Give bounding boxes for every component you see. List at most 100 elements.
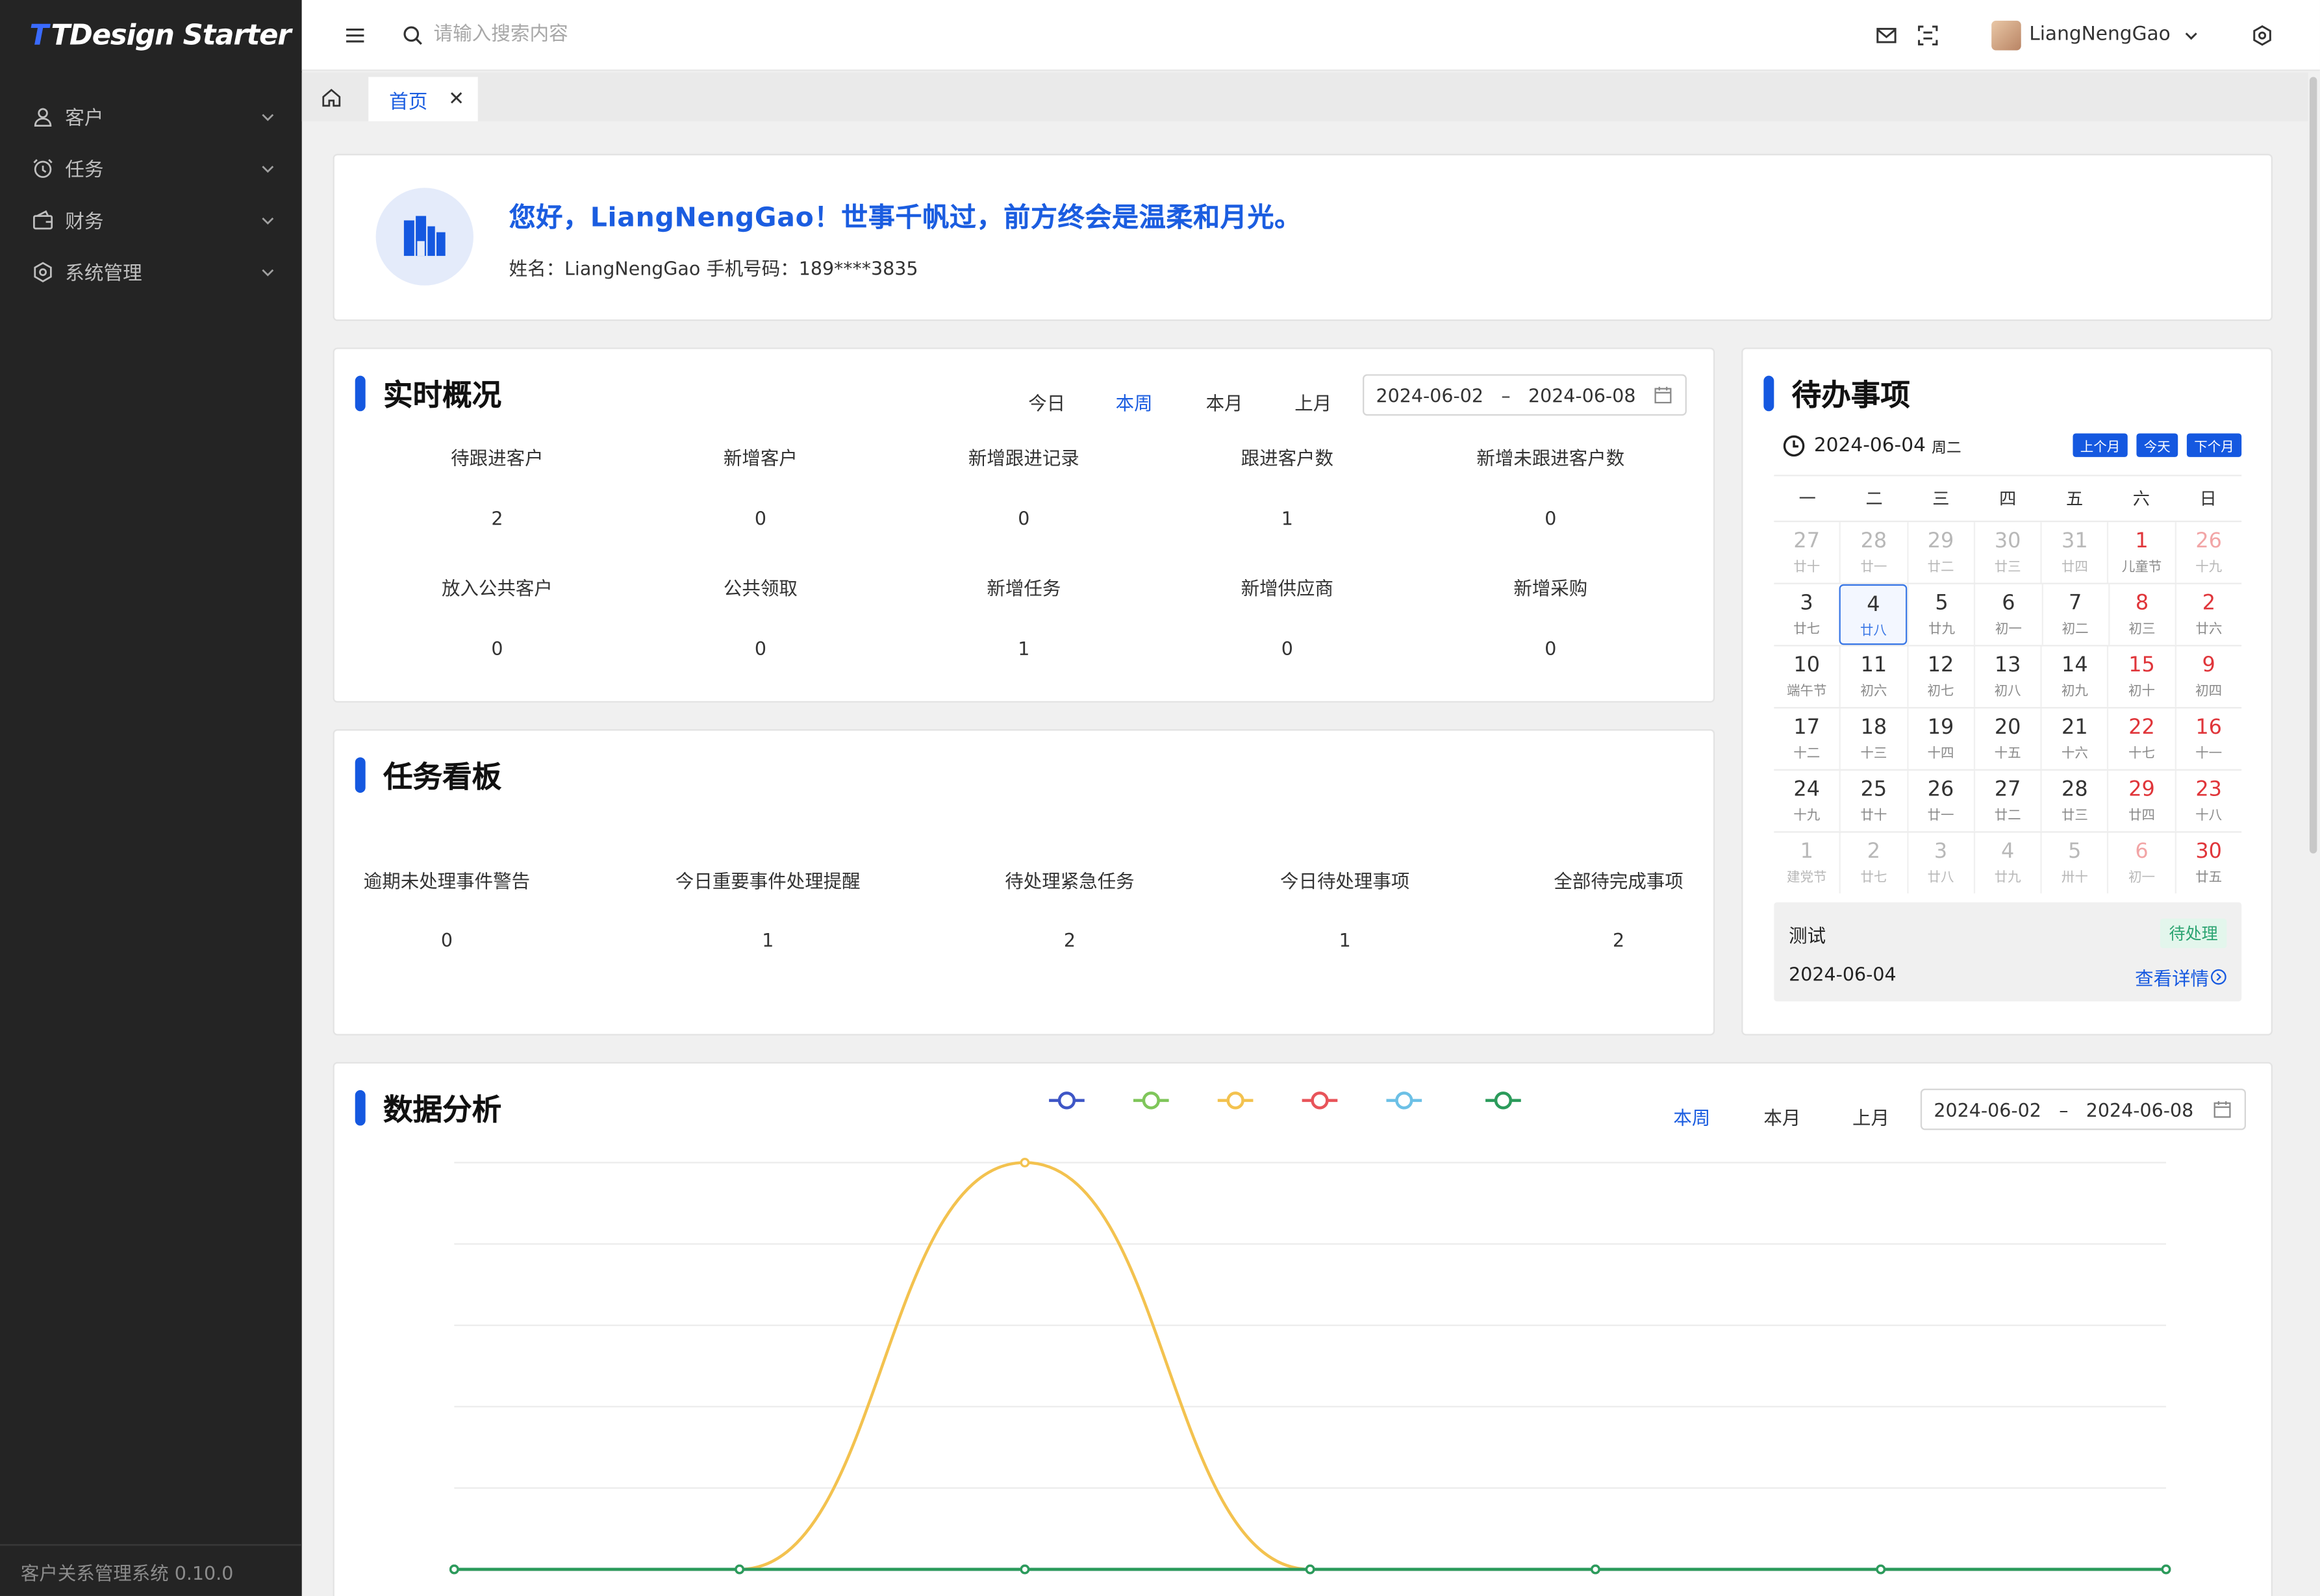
data-point[interactable] [1591, 1564, 1600, 1575]
gear-icon [34, 261, 52, 282]
prev-month-button[interactable]: 上个月 [2073, 433, 2128, 457]
sidebar-item-tasks[interactable]: 任务 [0, 142, 302, 194]
calendar-day[interactable]: 28 廿三 [2040, 770, 2108, 832]
search-icon [403, 25, 422, 44]
calendar-row: 10 端午节 11 初六 12 初七 13 初八 14 初九 15 初十 9 初四 [1774, 645, 2242, 707]
data-point[interactable] [1020, 1564, 1030, 1575]
lunar-date: 廿一 [1860, 560, 1887, 576]
tab-homepage[interactable]: 首页 ✕ [368, 77, 478, 121]
calendar-day[interactable]: 6 初一 [1974, 584, 2041, 645]
day-number: 1 [2135, 529, 2149, 553]
calendar-day[interactable]: 10 端午节 [1774, 646, 1839, 706]
date-range-picker[interactable]: 2024-06-02 – 2024-06-08 [1363, 374, 1687, 416]
today-button[interactable]: 今天 [2136, 433, 2178, 457]
calendar-day[interactable]: 17 十二 [1774, 708, 1839, 769]
calendar-day[interactable]: 21 十六 [2040, 708, 2108, 769]
calendar-day[interactable]: 15 初十 [2107, 646, 2175, 707]
calendar-day[interactable]: 19 十四 [1906, 708, 1973, 769]
data-point[interactable] [2161, 1564, 2171, 1575]
calendar-day[interactable]: 11 初六 [1839, 646, 1906, 707]
settings-icon[interactable] [2252, 24, 2273, 45]
calendar-day[interactable]: 6 初一 [2107, 832, 2175, 893]
calendar-day[interactable]: 23 十八 [2174, 770, 2241, 832]
welcome-user-info: 姓名：LiangNengGao 手机号码：189****3835 [509, 257, 918, 280]
calendar-day[interactable]: 7 初二 [2041, 584, 2108, 645]
lunar-date: 十二 [1793, 747, 1821, 762]
period-this-week[interactable]: 本周 [1116, 388, 1153, 416]
period-this-month[interactable]: 本月 [1206, 388, 1243, 416]
calendar-day[interactable]: 5 卅十 [2040, 832, 2108, 893]
calendar-day[interactable]: 3 廿七 [1774, 584, 1839, 645]
legend-item[interactable] [1386, 1091, 1422, 1110]
calendar-day[interactable]: 13 初八 [1973, 646, 2040, 707]
sidebar-item-finance[interactable]: 财务 [0, 193, 302, 245]
calendar-day[interactable]: 30 廿五 [2174, 832, 2241, 893]
page-scrollbar[interactable] [2309, 77, 2317, 854]
calendar-day[interactable]: 12 初七 [1906, 646, 1973, 707]
legend-item[interactable] [1302, 1091, 1338, 1110]
calendar-day[interactable]: 26 十九 [2174, 522, 2241, 583]
view-details-link[interactable]: 查看详情 [2135, 963, 2226, 991]
calendar-day[interactable]: 27 廿二 [1973, 770, 2040, 832]
data-point[interactable] [1876, 1564, 1886, 1575]
legend-item[interactable] [1133, 1091, 1169, 1110]
lunar-date: 廿三 [2061, 809, 2088, 824]
legend-item[interactable] [1485, 1091, 1521, 1110]
menu-icon[interactable] [345, 25, 366, 45]
period-today[interactable]: 今日 [1028, 388, 1065, 416]
calendar-day[interactable]: 8 初三 [2108, 584, 2175, 645]
chevron-down-icon [262, 216, 274, 224]
calendar-day[interactable]: 30 廿三 [1973, 522, 2040, 583]
data-point[interactable] [1305, 1564, 1315, 1575]
calendar-day[interactable]: 28 廿一 [1839, 522, 1906, 583]
calendar-day[interactable]: 27 廿十 [1774, 522, 1839, 582]
calendar-day[interactable]: 2 廿七 [1839, 832, 1906, 893]
task-board-card: 任务看板 逾期未处理事件警告 0 今日重要事件处理提醒 1 待处理紧急任务 2 今日待处理事… [333, 729, 1715, 1036]
search-input[interactable] [433, 23, 730, 46]
data-point[interactable] [735, 1564, 745, 1575]
calendar-day[interactable]: 1 儿童节 [2107, 522, 2175, 583]
calendar-day[interactable]: 29 廿四 [2107, 770, 2175, 832]
calendar-day[interactable]: 20 十五 [1973, 708, 2040, 769]
legend-item[interactable] [1217, 1091, 1254, 1110]
section-title-text: 任务看板 [383, 758, 502, 795]
period-last-month[interactable]: 上月 [1294, 388, 1331, 416]
user-menu[interactable]: LiangNengGao [1992, 19, 2199, 50]
mail-icon[interactable] [1877, 25, 1898, 45]
calendar-day[interactable]: 3 廿八 [1906, 832, 1973, 893]
calendar-day[interactable]: 26 廿一 [1906, 770, 1973, 832]
tab-close-icon[interactable]: ✕ [448, 88, 464, 110]
calendar-day[interactable]: 29 廿二 [1906, 522, 1973, 583]
calendar-day[interactable]: 1 建党节 [1774, 833, 1839, 893]
tab-home[interactable] [302, 73, 361, 121]
weekday-header: 日 [2199, 488, 2217, 509]
lunar-date: 十三 [1860, 747, 1887, 762]
calendar-day[interactable]: 4 廿八 [1839, 584, 1908, 645]
calendar-grid: 一二三四五六日 27 廿十 28 廿一 29 廿二 30 廿三 31 廿四 1 儿童节 26 十九 3 廿七 4… [1774, 475, 2242, 893]
calendar-day[interactable]: 31 廿四 [2040, 522, 2108, 583]
calendar-day[interactable]: 9 初四 [2174, 646, 2241, 707]
lunar-date: 儿童节 [2121, 560, 2162, 576]
calendar-day[interactable]: 2 廿六 [2175, 584, 2241, 645]
lunar-date: 廿四 [2061, 560, 2088, 576]
legend-item[interactable] [1049, 1091, 1085, 1110]
sidebar-item-customers[interactable]: 客户 [0, 90, 302, 142]
lunar-date: 廿二 [1994, 809, 2021, 824]
data-point[interactable] [449, 1564, 459, 1575]
calendar-day[interactable]: 4 廿九 [1973, 832, 2040, 893]
calendar-day[interactable]: 24 十九 [1774, 771, 1839, 831]
calendar-day[interactable]: 14 初九 [2040, 646, 2108, 707]
calendar-day[interactable]: 18 十三 [1839, 708, 1906, 769]
data-point[interactable] [1020, 1158, 1030, 1167]
metric-label: 新增未跟进客户数 [1476, 446, 1625, 469]
scan-icon[interactable] [1918, 25, 1939, 45]
todo-item[interactable]: 测试 待处理 2024-06-04 查看详情 [1774, 902, 2242, 1002]
next-month-button[interactable]: 下个月 [2186, 433, 2242, 457]
calendar-day[interactable]: 22 十七 [2107, 708, 2175, 769]
calendar-day[interactable]: 25 廿十 [1839, 770, 1906, 832]
calendar-day[interactable]: 16 十一 [2174, 708, 2241, 769]
sidebar-item-system[interactable]: 系统管理 [0, 245, 302, 297]
app-logo[interactable]: T TDesign Starter [0, 0, 302, 71]
lunar-date: 廿三 [1994, 560, 2021, 576]
calendar-day[interactable]: 5 廿九 [1907, 584, 1974, 645]
